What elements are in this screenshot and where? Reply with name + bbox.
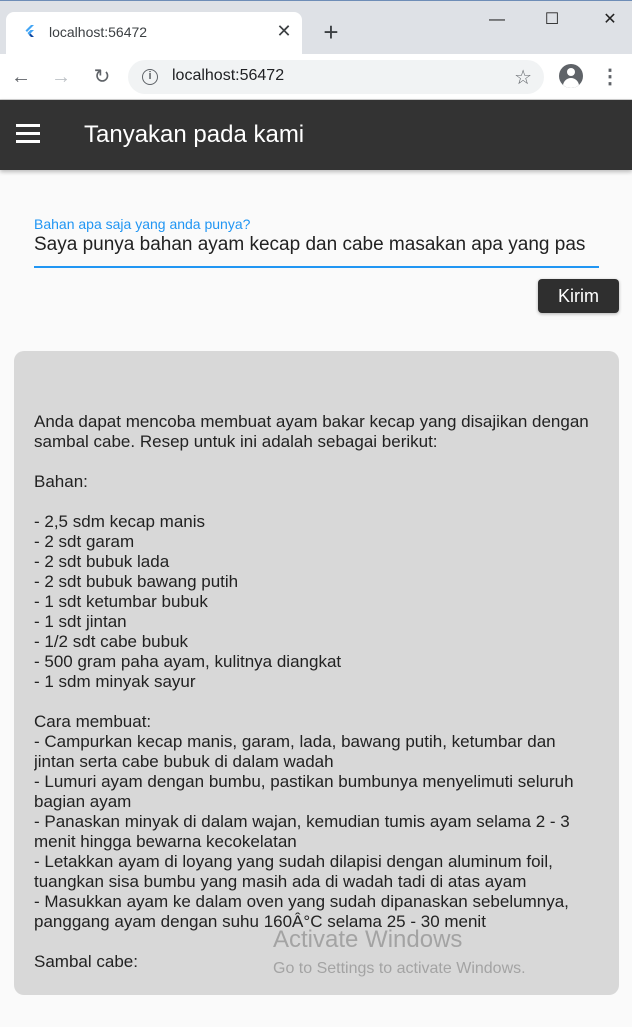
- close-tab-icon[interactable]: ✕: [274, 21, 294, 41]
- send-button[interactable]: Kirim: [538, 279, 619, 313]
- activation-watermark: Activate Windows Go to Settings to activ…: [273, 926, 526, 978]
- window-close-icon[interactable]: ✕: [595, 7, 625, 33]
- browser-toolbar: ← → ↻ i localhost:56472 ☆ ⋮: [0, 54, 632, 100]
- profile-icon[interactable]: [559, 64, 583, 88]
- hamburger-menu-icon[interactable]: [16, 124, 42, 146]
- response-card: Anda dapat mencoba membuat ayam bakar ke…: [14, 351, 619, 995]
- browser-menu-icon[interactable]: ⋮: [600, 64, 620, 90]
- reload-icon[interactable]: ↻: [89, 64, 115, 90]
- response-text: Anda dapat mencoba membuat ayam bakar ke…: [34, 412, 589, 971]
- ingredients-input-value[interactable]: Saya punya bahan ayam kecap dan cabe mas…: [34, 234, 599, 256]
- browser-tab-strip: localhost:56472 ✕ + ― ☐ ✕: [0, 0, 632, 55]
- app-bar: Tanyakan pada kami: [0, 100, 632, 170]
- url-text: localhost:56472: [172, 67, 285, 84]
- info-icon[interactable]: i: [142, 69, 158, 85]
- tab-title: localhost:56472: [49, 24, 148, 40]
- ingredients-input-label: Bahan apa saja yang anda punya?: [34, 216, 251, 232]
- watermark-title: Activate Windows: [273, 926, 463, 953]
- flutter-icon: [25, 25, 34, 37]
- maximize-icon[interactable]: ☐: [537, 7, 567, 33]
- bookmark-star-icon[interactable]: ☆: [514, 65, 532, 90]
- watermark-subtitle: Go to Settings to activate Windows.: [273, 960, 526, 977]
- back-icon[interactable]: ←: [8, 64, 34, 90]
- minimize-icon[interactable]: ―: [482, 7, 512, 33]
- browser-tab[interactable]: localhost:56472 ✕: [6, 12, 302, 55]
- address-bar[interactable]: i localhost:56472 ☆: [128, 60, 544, 94]
- ingredients-input[interactable]: Bahan apa saja yang anda punya? Saya pun…: [34, 216, 599, 268]
- page-title: Tanyakan pada kami: [84, 121, 305, 148]
- new-tab-icon[interactable]: +: [318, 19, 344, 45]
- forward-icon[interactable]: →: [48, 64, 74, 90]
